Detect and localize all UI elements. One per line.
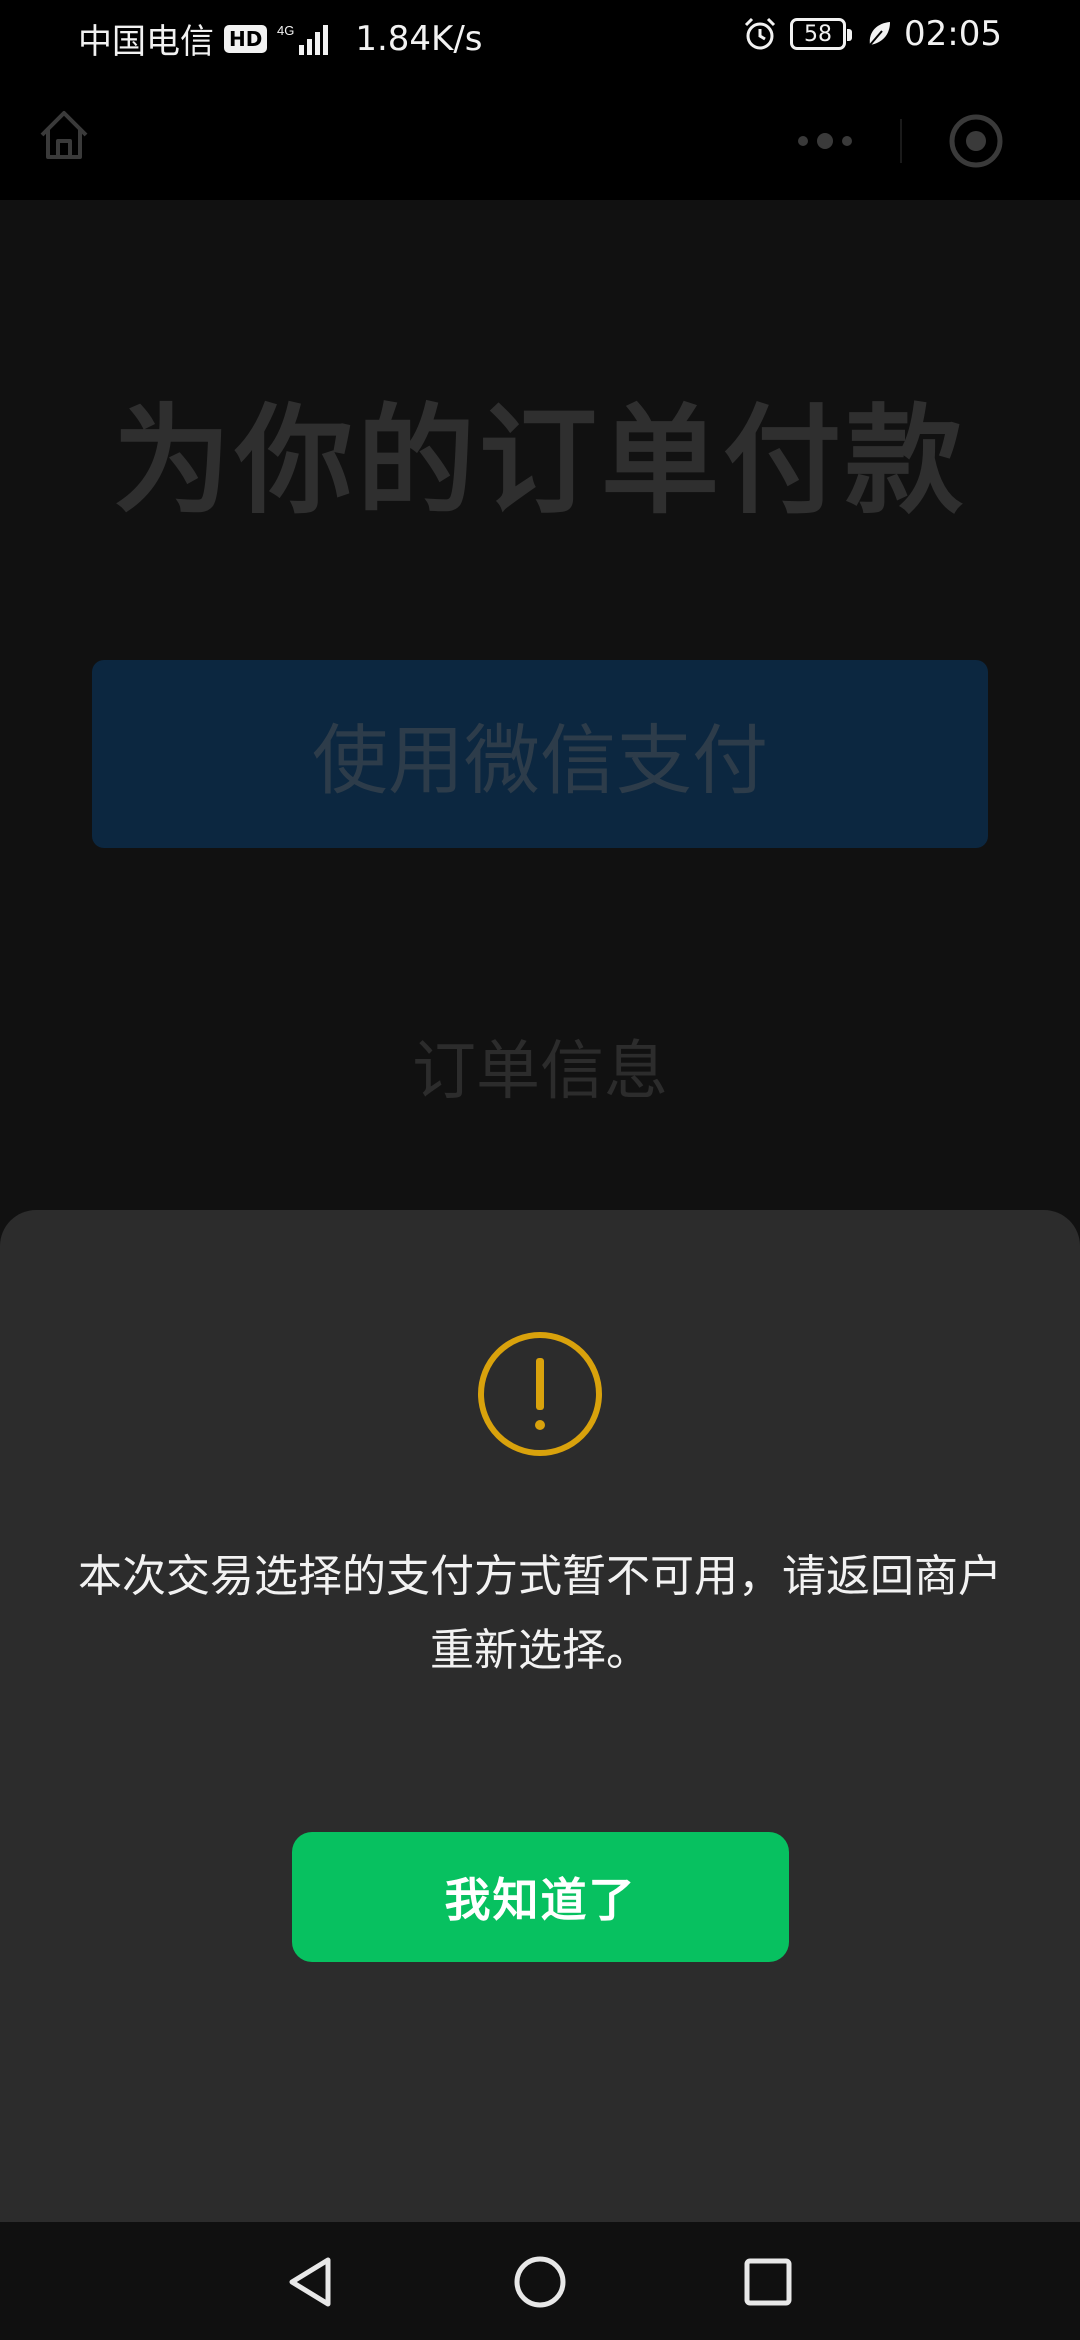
mini-program-capsule (750, 103, 1050, 179)
hd-badge: HD (224, 24, 268, 53)
battery-indicator: 58 (790, 18, 853, 50)
signal-icon: 4G (277, 23, 329, 55)
svg-text:4G: 4G (277, 23, 294, 38)
order-info-heading: 订单信息 (412, 1035, 668, 1109)
alarm-icon (744, 17, 776, 50)
home-circle-icon[interactable] (502, 2244, 578, 2320)
got-it-button[interactable]: 我知道了 (292, 1832, 789, 1962)
page-title: 为你的订单付款 (112, 392, 967, 530)
dialog-message: 本次交易选择的支付方式暂不可用，请返回商户重新选择。 (78, 1551, 1002, 1676)
back-triangle-icon[interactable] (272, 2244, 348, 2320)
more-dots-icon[interactable] (750, 103, 900, 179)
status-bar: 中国电信 HD 4G 1.84K/s 58 02:05 (0, 0, 1080, 75)
status-left: 中国电信 HD 4G 1.84K/s (78, 14, 483, 63)
clock: 02:05 (904, 14, 1002, 54)
screen: 中国电信 HD 4G 1.84K/s 58 02:05 为你的订单付款 使用微信… (0, 0, 1080, 2340)
payment-error-sheet: 本次交易选择的支付方式暂不可用，请返回商户重新选择。 我知道了 (0, 1210, 1080, 2222)
system-nav-bar (0, 2222, 1080, 2340)
carrier-name: 中国电信 (78, 22, 214, 62)
home-icon[interactable] (36, 107, 92, 163)
net-speed: 1.84K/s (355, 18, 483, 59)
status-right: 58 02:05 (742, 14, 1002, 54)
top-nav (0, 75, 1080, 200)
target-close-icon[interactable] (902, 103, 1050, 179)
leaf-icon (869, 22, 891, 46)
warning-circle-icon (478, 1332, 602, 1456)
recent-square-icon[interactable] (730, 2244, 806, 2320)
wechat-pay-button[interactable]: 使用微信支付 (92, 660, 988, 848)
